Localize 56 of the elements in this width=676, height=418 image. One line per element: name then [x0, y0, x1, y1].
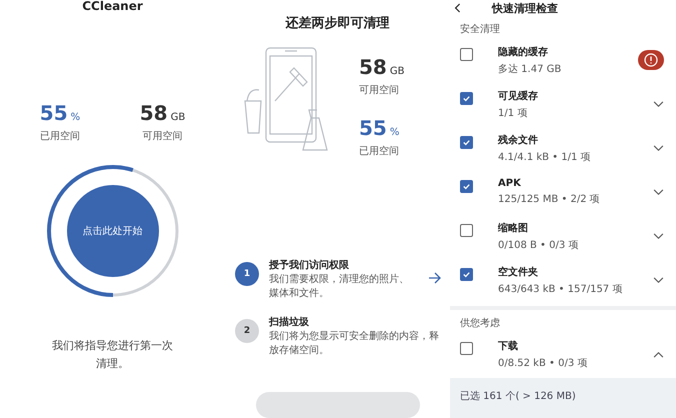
- stat-label: 已用空间: [359, 144, 400, 158]
- item-title: 可见缓存: [498, 90, 539, 102]
- step-description: 我们将为您显示可安全删除的内容，释放存储空间。: [269, 330, 440, 358]
- checkbox[interactable]: [460, 92, 473, 104]
- chevron-down-icon[interactable]: [653, 276, 664, 284]
- item-detail: 多达 1.47 GB: [498, 62, 562, 76]
- checkmark-icon: [462, 138, 471, 146]
- stat-label: 已用空间: [40, 130, 80, 143]
- item-title: 下载: [498, 340, 519, 352]
- chevron-up-icon[interactable]: [653, 350, 664, 358]
- app-title: CCleaner: [81, 0, 144, 14]
- item-detail: 643/643 kB • 157/157 项: [498, 282, 624, 296]
- warning-button[interactable]: [638, 50, 664, 70]
- page-title: 还差两步即可清理: [284, 15, 390, 32]
- checkmark-icon: [462, 182, 471, 190]
- stat-value: 58 GB: [140, 102, 186, 127]
- selection-summary: 已选 161 个( > 126 MB): [460, 391, 576, 402]
- chevron-down-icon[interactable]: [653, 188, 664, 196]
- item-detail: 4.1/4.1 kB • 1/1 项: [498, 150, 592, 164]
- item-detail: 0/8.52 kB • 0/3 项: [498, 356, 588, 370]
- page-title: 快速清理检查: [492, 0, 558, 16]
- chevron-down-icon[interactable]: [653, 100, 664, 108]
- step-title: 扫描垃圾: [269, 316, 310, 329]
- item-title: 空文件夹: [498, 266, 539, 278]
- checkbox[interactable]: [460, 342, 473, 354]
- step-number-badge: 2: [235, 319, 259, 343]
- item-detail: 0/108 B • 0/3 项: [498, 238, 580, 252]
- section-label: 安全清理: [459, 22, 501, 37]
- item-title: APK: [498, 178, 522, 189]
- stat-label: 可用空间: [359, 84, 400, 97]
- checkmark-icon: [462, 94, 471, 102]
- chevron-down-icon[interactable]: [653, 232, 664, 240]
- item-title: 缩略图: [498, 222, 529, 234]
- stat-value: 55%: [40, 102, 80, 127]
- checkbox[interactable]: [460, 268, 473, 280]
- checkbox[interactable]: [460, 180, 473, 192]
- item-detail: 1/1 项: [498, 106, 528, 120]
- step-number-badge: 1: [235, 262, 259, 286]
- guide-message: 我们将指导您进行第一次清理。: [51, 338, 174, 372]
- stat-label: 可用空间: [141, 130, 184, 143]
- start-button[interactable]: 点击此处开始: [66, 185, 158, 277]
- item-detail: 125/125 MB • 2/2 项: [498, 193, 601, 206]
- step-title: 授予我们访问权限: [269, 258, 350, 272]
- stat-value: 58 GB: [359, 56, 404, 81]
- section-label: 供您考虑: [459, 316, 501, 331]
- back-icon[interactable]: [454, 3, 462, 13]
- item-title: 隐藏的缓存: [498, 46, 549, 58]
- step-description: 我们需要权限，清理您的照片、媒体和文件。: [269, 273, 410, 301]
- checkbox[interactable]: [460, 136, 473, 148]
- checkmark-icon: [462, 270, 471, 278]
- item-title: 残余文件: [498, 134, 539, 146]
- stat-value: 55%: [359, 117, 400, 142]
- chevron-down-icon[interactable]: [653, 144, 664, 152]
- checkbox[interactable]: [460, 224, 473, 236]
- checkbox[interactable]: [460, 48, 473, 60]
- arrow-right-icon[interactable]: [428, 272, 442, 284]
